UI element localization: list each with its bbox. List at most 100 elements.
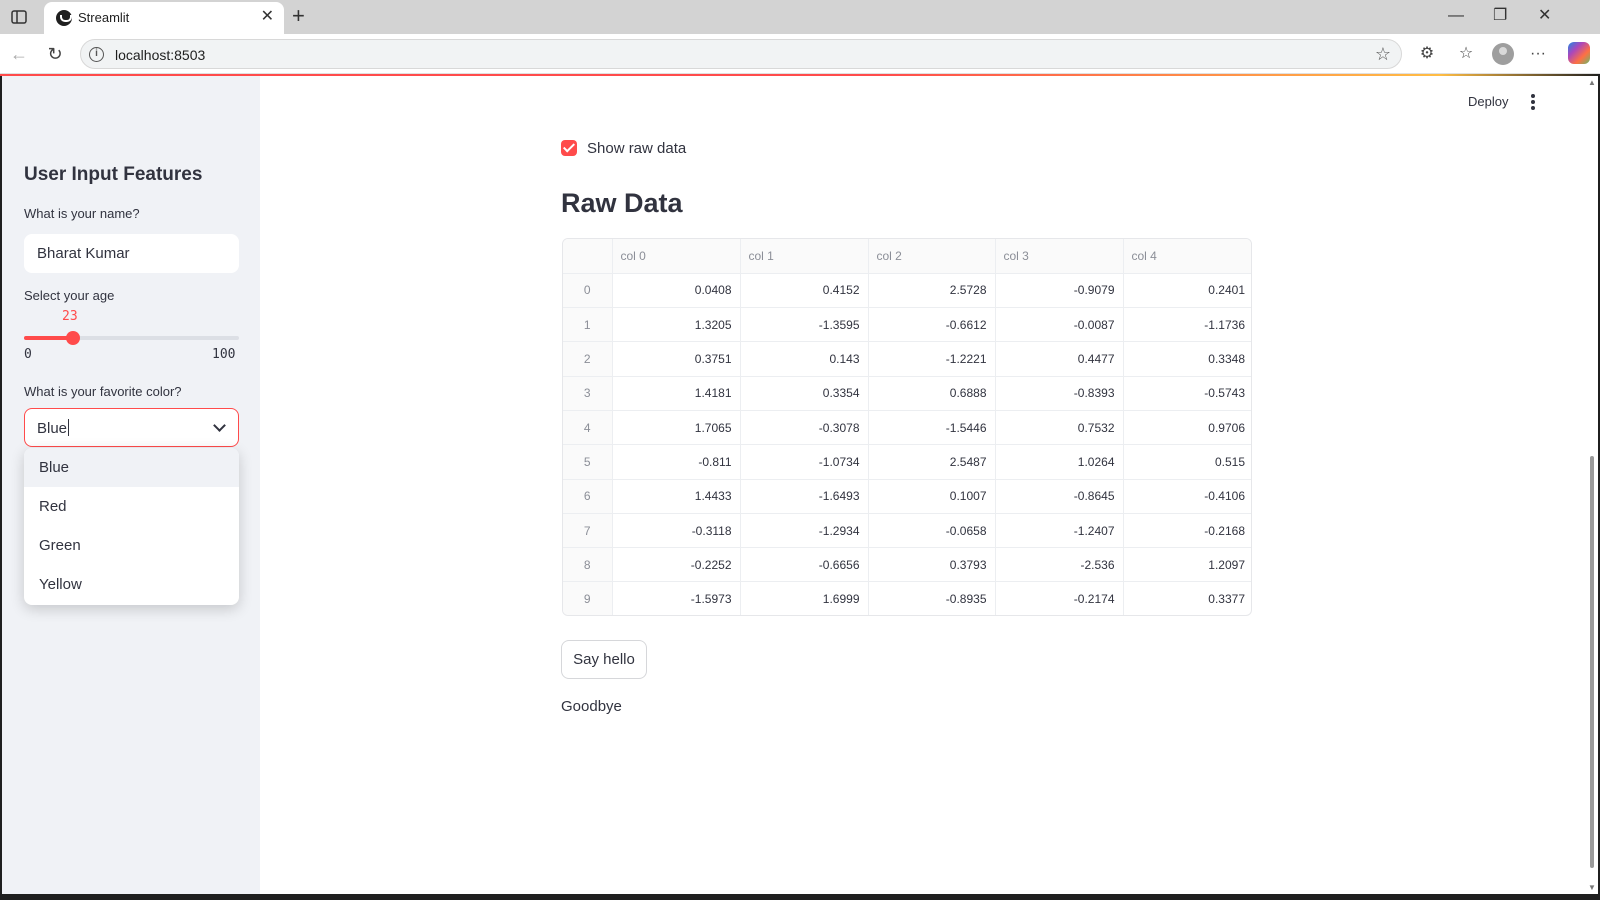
table-cell[interactable]: -1.6493 (740, 479, 869, 514)
row-index[interactable]: 1 (563, 307, 613, 343)
name-input[interactable]: Bharat Kumar (24, 234, 239, 273)
table-cell[interactable]: 1.4181 (612, 376, 741, 411)
row-index[interactable]: 0 (563, 273, 613, 309)
row-index[interactable]: 5 (563, 444, 613, 480)
table-cell[interactable]: 0.3348 (1123, 341, 1251, 377)
table-cell[interactable]: 0.9706 (1123, 410, 1251, 446)
table-cell[interactable]: 1.0264 (995, 444, 1124, 480)
table-cell[interactable]: -2.536 (995, 547, 1124, 583)
column-header[interactable]: col 0 (612, 239, 741, 274)
table-cell[interactable]: 0.3751 (612, 341, 741, 377)
color-select-value[interactable]: Blue (37, 420, 67, 437)
table-cell[interactable]: -0.8935 (868, 581, 996, 615)
window-close-icon[interactable]: ✕ (1538, 6, 1551, 26)
table-cell[interactable]: 0.3793 (868, 547, 996, 583)
row-index[interactable]: 4 (563, 410, 613, 446)
row-index[interactable]: 2 (563, 341, 613, 377)
color-select[interactable]: Blue (24, 408, 239, 447)
browser-tab[interactable]: Streamlit ✕ (44, 2, 284, 34)
table-cell[interactable]: -0.3078 (740, 410, 869, 446)
table-cell[interactable]: -1.2407 (995, 513, 1124, 549)
say-hello-button[interactable]: Say hello (561, 640, 647, 679)
deploy-button[interactable]: Deploy (1468, 94, 1508, 109)
table-cell[interactable]: -1.2934 (740, 513, 869, 549)
table-cell[interactable]: 0.3354 (740, 376, 869, 411)
copilot-icon[interactable] (1568, 42, 1590, 64)
scroll-up-icon[interactable]: ▲ (1588, 78, 1596, 87)
name-input-value[interactable]: Bharat Kumar (37, 245, 130, 262)
tab-sidebar-icon[interactable] (10, 8, 28, 26)
address-bar[interactable]: i localhost:8503 ☆ (80, 39, 1402, 69)
table-cell[interactable]: 0.6888 (868, 376, 996, 411)
scroll-down-icon[interactable]: ▼ (1588, 883, 1596, 892)
table-cell[interactable]: 0.3377 (1123, 582, 1251, 615)
column-header[interactable]: col 2 (868, 239, 996, 274)
table-cell[interactable]: -0.2174 (995, 581, 1124, 615)
dropdown-option[interactable]: Yellow (24, 565, 239, 604)
close-icon[interactable]: ✕ (261, 8, 274, 26)
row-index[interactable]: 9 (563, 581, 613, 615)
row-index[interactable]: 8 (563, 547, 613, 583)
table-cell[interactable]: -1.2221 (868, 341, 996, 377)
table-cell[interactable]: -1.0734 (740, 444, 869, 480)
favorites-icon[interactable]: ☆ (1455, 43, 1477, 65)
new-tab-icon[interactable]: + (292, 4, 305, 28)
table-cell[interactable]: 0.515 (1123, 444, 1251, 480)
more-options-icon[interactable]: ··· (1527, 43, 1549, 65)
table-cell[interactable]: -1.5446 (868, 410, 996, 446)
table-cell[interactable]: -0.9079 (995, 273, 1124, 309)
table-cell[interactable]: 0.1007 (868, 479, 996, 514)
table-cell[interactable]: 1.3205 (612, 307, 741, 343)
checkbox-label[interactable]: Show raw data (587, 140, 686, 157)
table-cell[interactable]: -1.5973 (612, 581, 741, 615)
column-header[interactable]: col 1 (740, 239, 869, 274)
minimize-icon[interactable]: — (1448, 6, 1464, 26)
url-text[interactable]: localhost:8503 (115, 47, 205, 63)
table-cell[interactable]: -0.6656 (740, 547, 869, 583)
extensions-icon[interactable]: ⚙ (1416, 43, 1438, 65)
table-cell[interactable]: 0.4152 (740, 273, 869, 309)
table-cell[interactable]: 0.143 (740, 341, 869, 377)
row-index[interactable]: 7 (563, 513, 613, 549)
scroll-thumb[interactable] (1590, 456, 1594, 868)
table-cell[interactable]: 2.5487 (868, 444, 996, 480)
chevron-down-icon[interactable] (213, 419, 226, 432)
show-raw-data-checkbox[interactable] (561, 140, 577, 156)
table-cell[interactable]: 2.5728 (868, 273, 996, 309)
scrollbar[interactable]: ▲ ▼ (1588, 76, 1598, 894)
restore-icon[interactable]: ❐ (1493, 6, 1507, 26)
dropdown-option[interactable]: Green (24, 526, 239, 565)
table-cell[interactable]: 0.0408 (612, 273, 741, 309)
reload-icon[interactable]: ↻ (44, 43, 66, 65)
table-cell[interactable]: -0.3118 (612, 513, 741, 549)
dropdown-option[interactable]: Red (24, 487, 239, 526)
info-icon[interactable]: i (89, 47, 104, 62)
table-cell[interactable]: 0.2401 (1123, 273, 1251, 309)
table-cell[interactable]: 1.6999 (740, 581, 869, 615)
age-slider-thumb[interactable] (66, 331, 81, 345)
profile-avatar-icon[interactable] (1492, 43, 1514, 65)
table-cell[interactable]: -0.2252 (612, 547, 741, 583)
table-cell[interactable]: -1.1736 (1123, 307, 1251, 343)
table-cell[interactable]: -0.5743 (1123, 376, 1251, 411)
table-cell[interactable]: -0.8393 (995, 376, 1124, 411)
row-index[interactable]: 6 (563, 479, 613, 514)
table-cell[interactable]: -0.0658 (868, 513, 996, 549)
table-cell[interactable]: -0.0087 (995, 307, 1124, 343)
table-cell[interactable]: -0.4106 (1123, 479, 1251, 514)
main-menu-icon[interactable] (1530, 94, 1536, 110)
table-cell[interactable]: 1.4433 (612, 479, 741, 514)
dropdown-option[interactable]: Blue (24, 448, 239, 487)
age-slider[interactable] (24, 331, 239, 345)
table-cell[interactable]: 1.7065 (612, 410, 741, 446)
raw-data-table[interactable]: col 0 col 1 col 2 col 3 col 4 0 0.0408 0.4… (562, 238, 1252, 616)
table-cell[interactable]: -0.2168 (1123, 513, 1251, 549)
row-index[interactable]: 3 (563, 376, 613, 411)
table-cell[interactable]: 0.4477 (995, 341, 1124, 377)
table-cell[interactable]: 1.2097 (1123, 547, 1251, 583)
column-header[interactable]: col 3 (995, 239, 1124, 274)
table-cell[interactable]: -1.3595 (740, 307, 869, 343)
back-arrow-icon[interactable]: ← (8, 43, 30, 65)
column-header[interactable]: col 4 (1123, 239, 1251, 274)
table-cell[interactable]: -0.8645 (995, 479, 1124, 514)
